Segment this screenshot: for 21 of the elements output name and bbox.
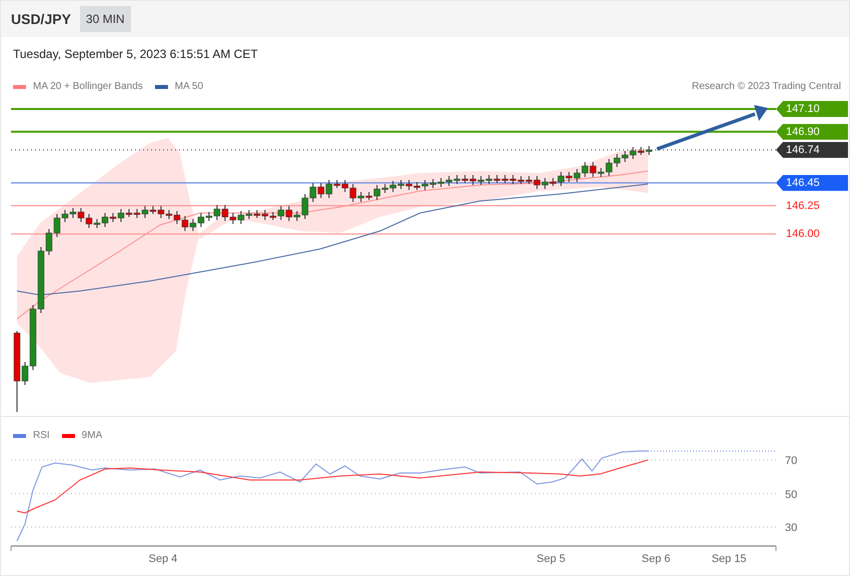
date-label: Sep 15: [712, 552, 746, 567]
interval-badge: 30 MIN: [80, 6, 131, 32]
copyright-text: Research © 2023 Trading Central: [692, 80, 841, 94]
date-label: Sep 6: [642, 552, 670, 567]
timestamp-text: Tuesday, September 5, 2023 6:15:51 AM CET: [13, 47, 258, 61]
price-level-tag: 146.90: [776, 124, 848, 140]
legend-label: 9MA: [82, 429, 102, 443]
price-level-tag: 146.45: [776, 174, 848, 191]
date-label: Sep 5: [536, 552, 566, 567]
symbol-title: USD/JPY: [11, 10, 71, 28]
price-level-tag: 146.00: [776, 226, 848, 242]
date-label: Sep 4: [148, 552, 178, 567]
rsi-tick-label: 30: [785, 521, 798, 536]
price-level-tag: 147.10: [776, 101, 848, 118]
legend-label: MA 20 + Bollinger Bands: [33, 80, 143, 94]
legend-label: RSI: [33, 429, 50, 443]
rsi-tick-label: 70: [785, 454, 798, 469]
rsi-tick-label: 50: [785, 488, 798, 502]
legend-label: MA 50: [174, 80, 204, 94]
price-level-tag: 146.74: [776, 142, 848, 158]
price-level-tag: 146.25: [776, 198, 848, 214]
